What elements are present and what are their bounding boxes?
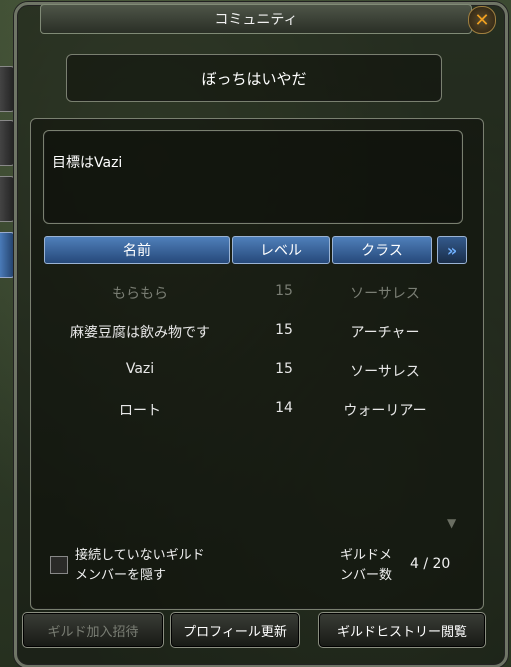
member-level: 15: [275, 283, 293, 299]
motto-box: [43, 130, 463, 224]
more-columns-icon[interactable]: »: [437, 236, 467, 264]
hide-offline-label: 接続していないギルド メンバーを隠す: [75, 546, 205, 586]
close-icon[interactable]: ✕: [468, 6, 496, 34]
member-count-value: 4 / 20: [410, 556, 451, 572]
hide-offline-label-line2: メンバーを隠す: [75, 568, 167, 583]
member-level: 15: [275, 322, 293, 338]
hide-offline-label-line1: 接続していないギルド: [75, 548, 205, 563]
update-profile-button[interactable]: プロフィール更新: [170, 612, 300, 648]
column-header-level[interactable]: レベル: [232, 236, 330, 264]
member-class: ウォーリアー: [343, 403, 427, 419]
member-name: もらもら: [112, 286, 168, 302]
member-row[interactable]: もらもら 15 ソーサレス: [44, 278, 464, 306]
guild-history-button[interactable]: ギルドヒストリー閲覧: [318, 612, 486, 648]
member-count-label-line2: ンバー数: [340, 568, 393, 583]
member-row[interactable]: ロート 14 ウォーリアー: [44, 395, 464, 423]
guild-name: ぼっちはいやだ: [66, 54, 442, 102]
side-tab-guild[interactable]: [0, 232, 15, 278]
member-name: ロート: [119, 403, 161, 419]
member-name: Vazi: [125, 361, 155, 377]
member-count-label-line1: ギルドメ: [340, 548, 393, 563]
window-title: コミュニティ: [40, 4, 472, 34]
side-tab-3[interactable]: [0, 176, 15, 222]
member-name: 麻婆豆腐は飲み物です: [70, 325, 210, 341]
hide-offline-checkbox[interactable]: [50, 556, 68, 574]
member-count-label: ギルドメ ンバー数: [340, 546, 392, 586]
member-level: 14: [275, 400, 293, 416]
member-row[interactable]: 麻婆豆腐は飲み物です 15 アーチャー: [44, 317, 464, 345]
member-level: 15: [275, 361, 293, 377]
member-row[interactable]: Vazi 15 ソーサレス: [44, 356, 464, 384]
column-header-name[interactable]: 名前: [44, 236, 230, 264]
guild-invite-button[interactable]: ギルド加入招待: [22, 612, 164, 648]
community-window: コミュニティ ✕ ぼっちはいやだ 目標はVazi 名前 レベル クラス » もら…: [0, 0, 511, 667]
side-tab-2[interactable]: [0, 120, 15, 166]
side-tab-1[interactable]: [0, 66, 15, 112]
scroll-down-icon[interactable]: ▼: [447, 516, 456, 530]
column-header-class[interactable]: クラス: [332, 236, 432, 264]
guild-motto: 目標はVazi: [52, 155, 123, 171]
member-class: ソーサレス: [350, 364, 420, 380]
member-class: アーチャー: [350, 325, 420, 341]
member-class: ソーサレス: [350, 286, 420, 302]
